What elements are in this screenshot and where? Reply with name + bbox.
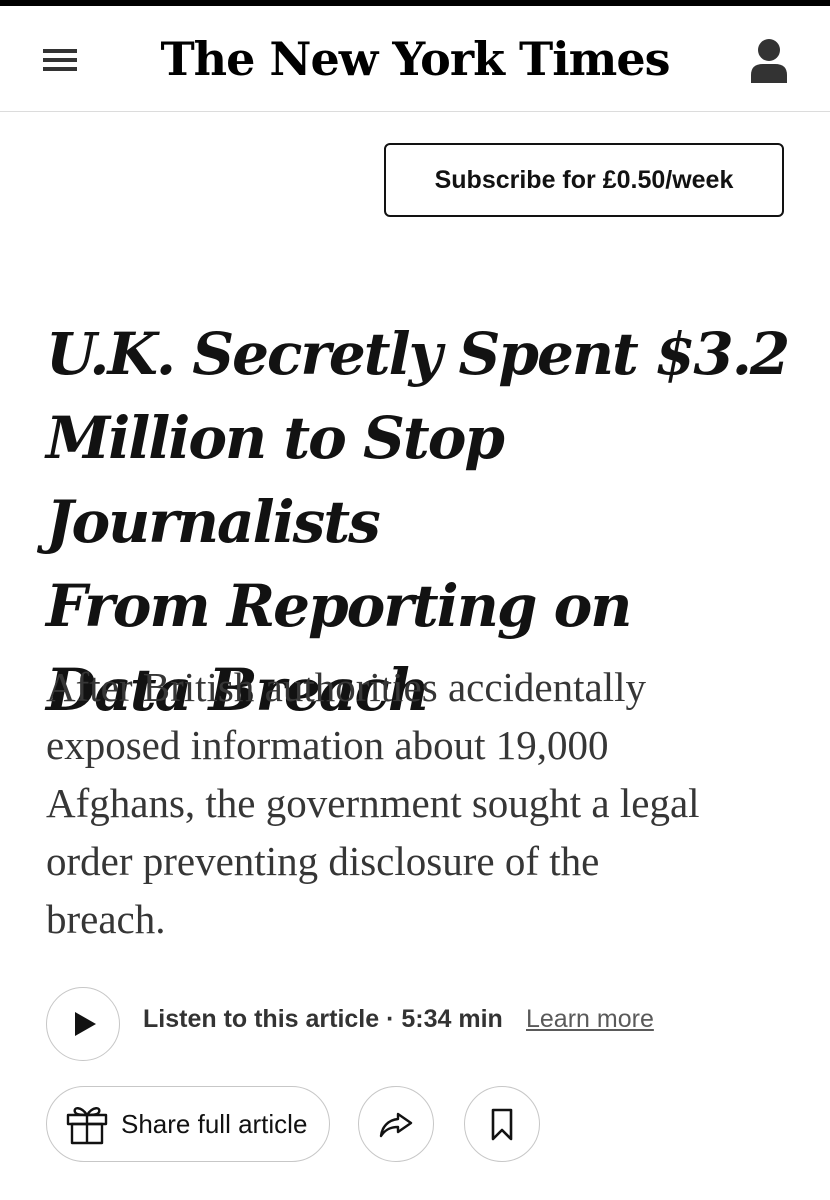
hamburger-menu-icon bbox=[43, 49, 77, 71]
share-button[interactable] bbox=[358, 1086, 434, 1162]
learn-more-link[interactable]: Learn more bbox=[526, 1005, 654, 1034]
summary-line: After British authorities accidentally bbox=[46, 664, 647, 710]
headline-line: Million to Stop Journalists bbox=[46, 404, 505, 556]
share-arrow-icon bbox=[379, 1112, 413, 1138]
subscribe-button[interactable]: Subscribe for £0.50/week bbox=[384, 143, 784, 217]
summary-line: breach. bbox=[46, 896, 166, 942]
article-actions: Share full article bbox=[46, 1086, 786, 1162]
account-button[interactable] bbox=[740, 32, 798, 90]
user-account-icon bbox=[751, 39, 787, 83]
menu-button[interactable] bbox=[30, 34, 90, 86]
audio-player: Listen to this article · 5:34 min Learn … bbox=[46, 985, 786, 1061]
site-header: The New York Times bbox=[0, 6, 830, 112]
headline-line: U.K. Secretly Spent $3.2 bbox=[46, 320, 790, 388]
play-icon bbox=[75, 1012, 96, 1036]
listen-label: Listen to this article · 5:34 min bbox=[143, 1005, 503, 1033]
summary-line: exposed information about 19,000 bbox=[46, 722, 609, 768]
nyt-logo[interactable]: The New York Times bbox=[150, 26, 680, 92]
share-full-article-label: Share full article bbox=[121, 1108, 308, 1139]
summary-line: order preventing disclosure of the bbox=[46, 838, 600, 884]
play-button[interactable] bbox=[46, 987, 120, 1061]
bookmark-icon bbox=[491, 1108, 513, 1141]
share-full-article-button[interactable]: Share full article bbox=[46, 1086, 330, 1162]
gift-icon bbox=[66, 1107, 108, 1145]
article-summary: After British authorities accidentally e… bbox=[46, 658, 806, 948]
headline-line: From Reporting on bbox=[46, 572, 632, 640]
summary-line: Afghans, the government sought a legal bbox=[46, 780, 700, 826]
save-bookmark-button[interactable] bbox=[464, 1086, 540, 1162]
